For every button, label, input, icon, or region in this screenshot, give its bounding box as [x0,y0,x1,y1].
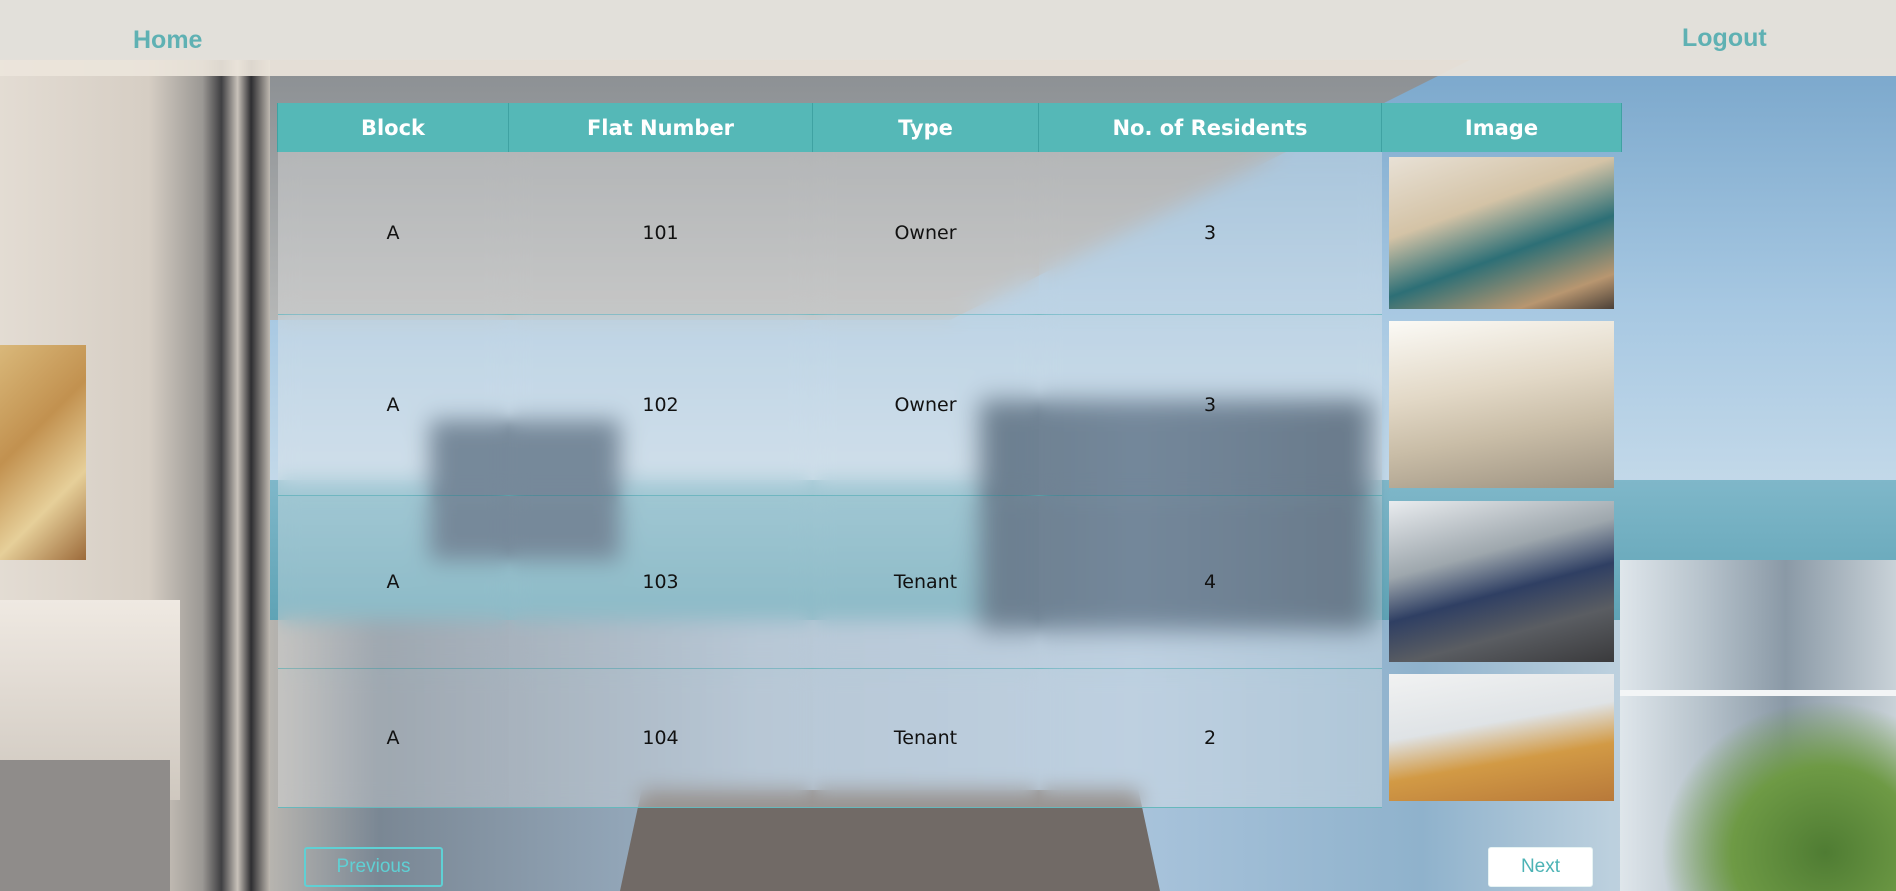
column-header-flat-number: Flat Number [508,103,813,152]
image-cell [1382,314,1622,495]
flat-number-cell: 102 [508,314,813,496]
residents-table: Block Flat Number Type No. of Residents … [277,103,1622,808]
block-cell: A [277,495,509,669]
image-cell [1382,668,1622,807]
column-header-type: Type [812,103,1039,152]
residents-cell: 4 [1038,495,1382,669]
type-cell: Tenant [812,495,1039,669]
flat-photo-thumbnail [1389,321,1614,488]
residents-table-container: Block Flat Number Type No. of Residents … [277,103,1622,808]
previous-button[interactable]: Previous [304,847,443,887]
table-row: A 103 Tenant 4 [277,495,1622,669]
block-cell: A [277,152,509,315]
column-header-block: Block [277,103,509,152]
home-link[interactable]: Home [133,26,202,55]
flat-photo-thumbnail [1389,157,1614,309]
block-cell: A [277,314,509,496]
residents-cell: 2 [1038,668,1382,808]
column-header-image: Image [1381,103,1622,152]
type-cell: Tenant [812,668,1039,808]
flat-number-cell: 104 [508,668,813,808]
flat-number-cell: 101 [508,152,813,315]
type-cell: Owner [812,152,1039,315]
table-row: A 102 Owner 3 [277,314,1622,496]
table-header-row: Block Flat Number Type No. of Residents … [277,103,1622,152]
image-cell [1382,152,1622,314]
table-row: A 104 Tenant 2 [277,668,1622,808]
type-cell: Owner [812,314,1039,496]
flat-photo-thumbnail [1389,501,1614,662]
next-button[interactable]: Next [1488,847,1593,887]
flat-photo-thumbnail [1389,674,1614,801]
table-row: A 101 Owner 3 [277,152,1622,315]
top-nav-bar: Home Logout [0,0,1896,76]
block-cell: A [277,668,509,808]
residents-cell: 3 [1038,314,1382,496]
column-header-residents: No. of Residents [1038,103,1382,152]
image-cell [1382,495,1622,668]
logout-link[interactable]: Logout [1682,24,1767,53]
residents-cell: 3 [1038,152,1382,315]
flat-number-cell: 103 [508,495,813,669]
